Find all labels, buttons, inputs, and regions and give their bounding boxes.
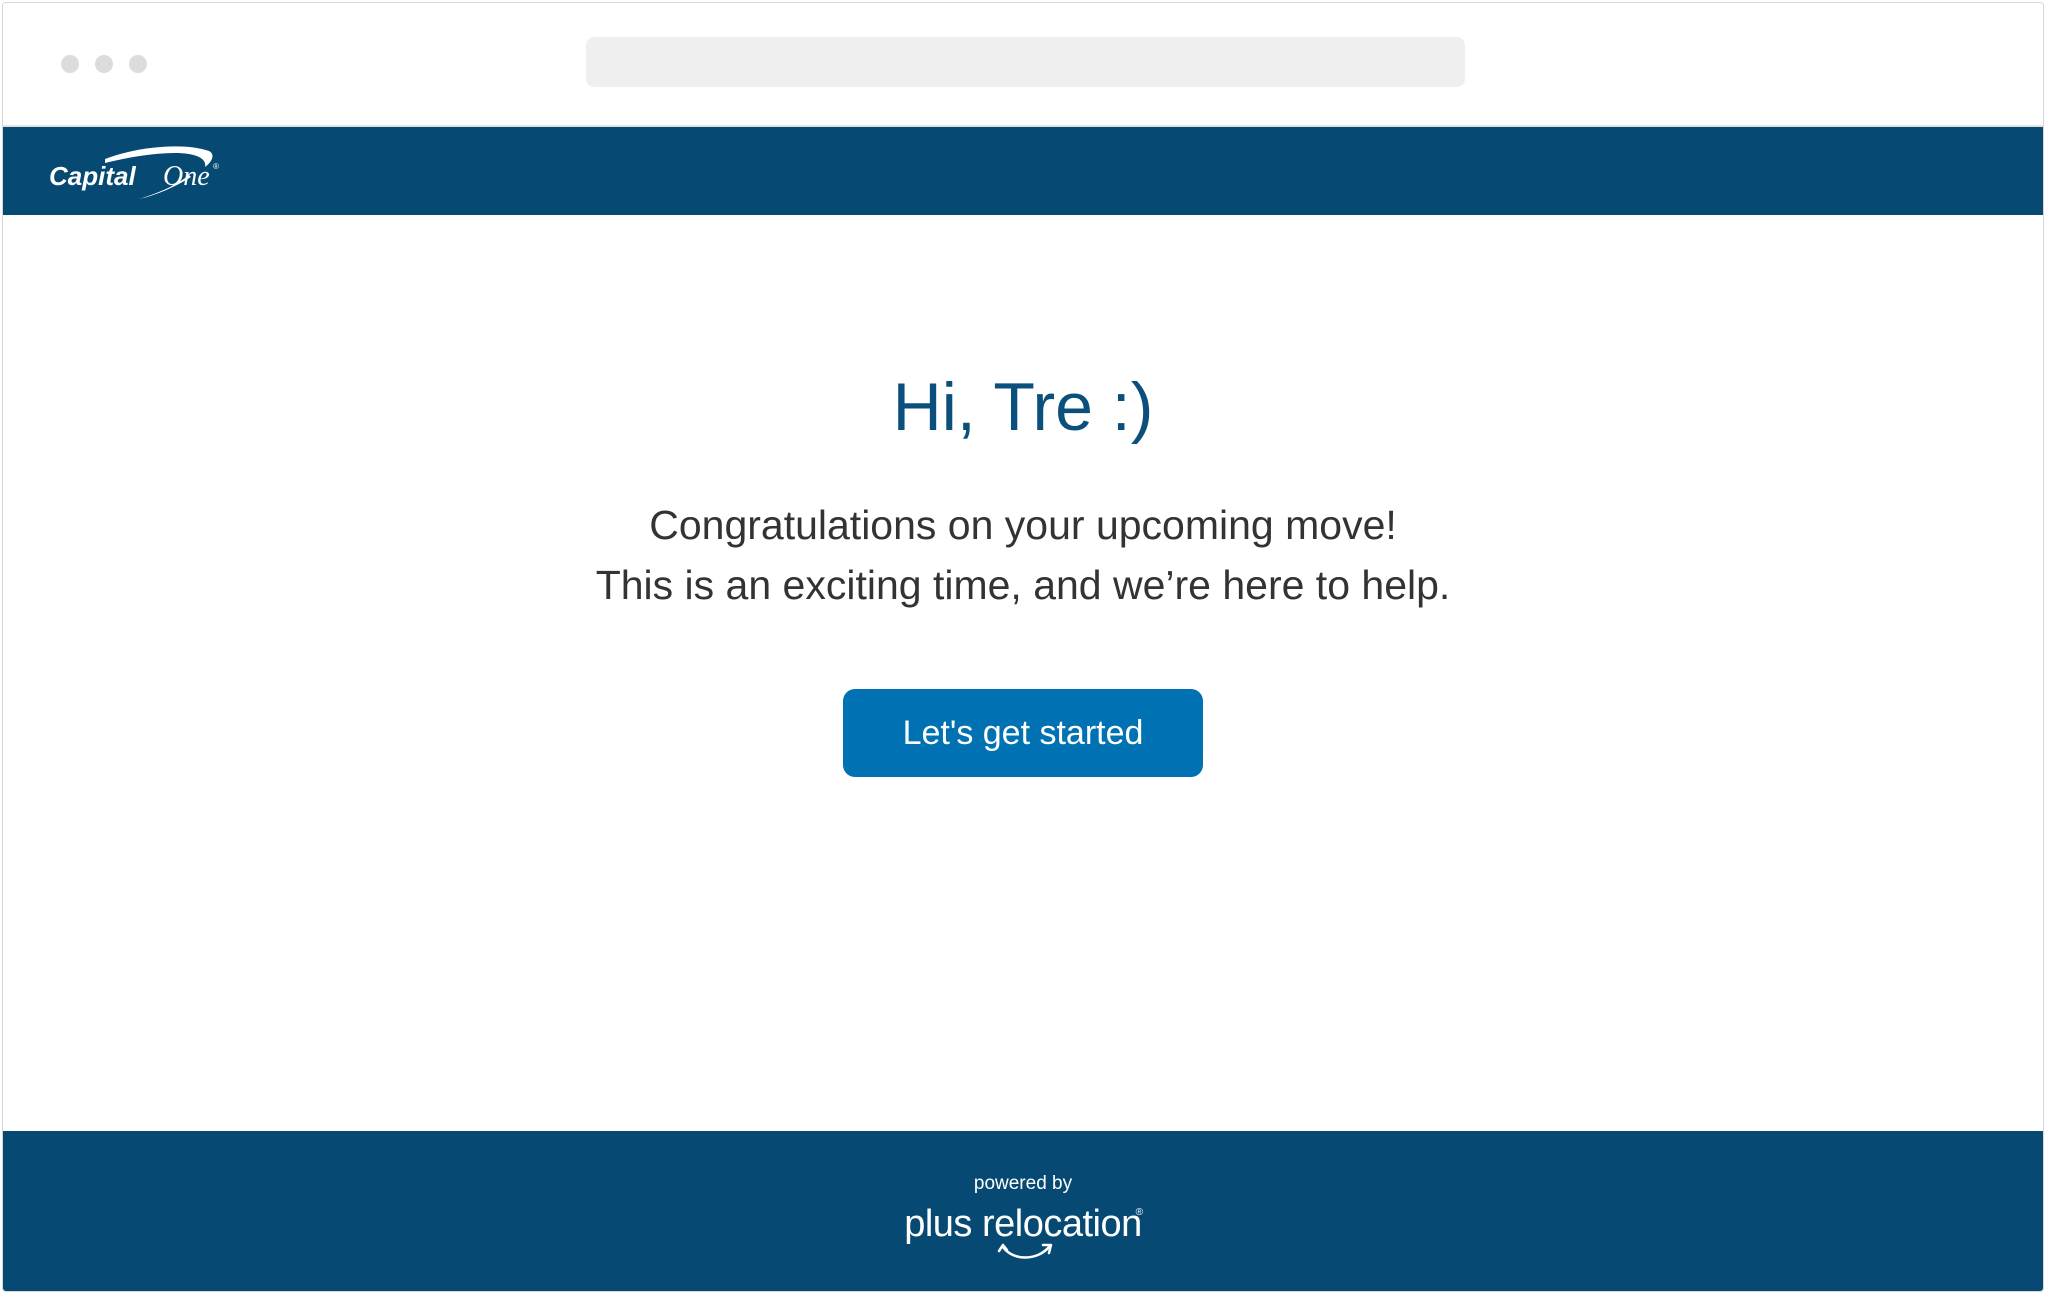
site-footer: powered by plus relocation ® [3, 1131, 2043, 1291]
congrats-message-line1: Congratulations on your upcoming move! [649, 502, 1397, 548]
powered-by-label: powered by [973, 1173, 1073, 1194]
partner-reg-mark: ® [1135, 1207, 1143, 1218]
window-close-dot[interactable] [61, 55, 79, 73]
window-minimize-dot[interactable] [95, 55, 113, 73]
logo-text-one: One [163, 161, 210, 192]
capital-one-logo[interactable]: Capital One ® [47, 141, 223, 201]
main-content: Hi, Tre :) Congratulations on your upcom… [3, 215, 2043, 1131]
browser-chrome [3, 3, 2043, 127]
site-header: Capital One ® [3, 127, 2043, 215]
smile-arrow-icon [997, 1243, 1053, 1259]
get-started-button[interactable]: Let's get started [843, 689, 1203, 777]
congrats-message-line2: This is an exciting time, and we’re here… [595, 562, 1451, 608]
browser-window: Capital One ® Hi, Tre :) Congratulations… [2, 2, 2044, 1292]
logo-text-capital: Capital [49, 161, 136, 191]
window-maximize-dot[interactable] [129, 55, 147, 73]
greeting-heading: Hi, Tre :) [892, 369, 1154, 445]
logo-reg-mark: ® [213, 162, 219, 171]
address-bar[interactable] [586, 37, 1465, 87]
plus-relocation-logo[interactable]: plus relocation ® [903, 1201, 1143, 1265]
